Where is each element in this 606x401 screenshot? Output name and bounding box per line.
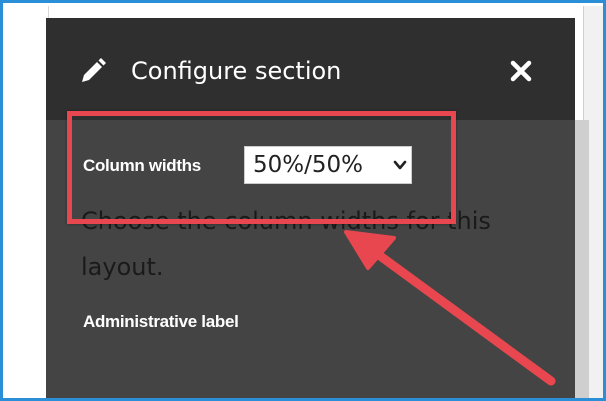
chevron-down-icon — [393, 160, 407, 170]
column-widths-select[interactable]: 50%/50% — [244, 146, 412, 184]
administrative-label-label: Administrative label — [83, 312, 239, 331]
column-widths-description: Choose the column widths for this layout… — [81, 207, 491, 281]
page-background-left — [6, 6, 49, 398]
close-icon[interactable] — [504, 54, 538, 88]
pencil-icon — [82, 58, 106, 82]
dialog-title: Configure section — [131, 57, 342, 85]
configure-section-dialog: Configure section Column widths 50%/50% … — [46, 18, 575, 398]
scrollbar[interactable] — [575, 120, 589, 398]
column-widths-selected-value: 50%/50% — [253, 152, 363, 178]
dialog-header: Configure section — [46, 18, 575, 120]
column-widths-label: Column widths — [83, 156, 201, 175]
